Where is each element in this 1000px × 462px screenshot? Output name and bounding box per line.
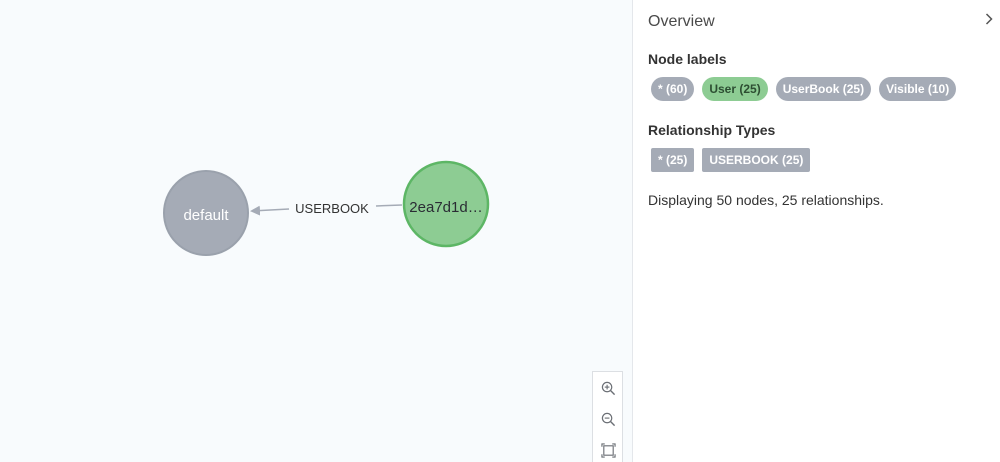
relationship-arrow[interactable] <box>250 205 290 216</box>
node-label-pill-userbook[interactable]: UserBook (25) <box>775 77 872 101</box>
graph-node-default[interactable]: default <box>163 170 249 256</box>
zoom-in-icon <box>601 381 616 395</box>
node-labels-heading: Node labels <box>648 51 727 67</box>
graph-node-user[interactable]: 2ea7d1d… <box>402 160 490 248</box>
node-label-pill-user[interactable]: User (25) <box>702 77 768 101</box>
rel-type-tag-userbook[interactable]: USERBOOK (25) <box>702 148 811 172</box>
node-label-default: default <box>183 207 229 224</box>
graph-canvas[interactable]: USERBOOK default 2ea7d1d… <box>0 0 632 462</box>
zoom-out-button[interactable] <box>593 404 624 434</box>
node-label-user: 2ea7d1d… <box>409 199 482 216</box>
relationship-line-segment[interactable] <box>375 204 403 207</box>
graph-summary: Displaying 50 nodes, 25 relationships. <box>648 192 884 208</box>
collapse-sidebar-button[interactable] <box>981 10 997 28</box>
node-label-pill-visible[interactable]: Visible (10) <box>879 77 957 101</box>
sidebar-title: Overview <box>648 13 715 30</box>
zoom-controls <box>592 371 623 462</box>
fit-to-screen-icon <box>601 442 616 458</box>
node-labels-list: * (60) User (25) UserBook (25) Visible (… <box>651 77 957 101</box>
relationship-types-heading: Relationship Types <box>648 122 776 138</box>
zoom-in-button[interactable] <box>593 373 624 403</box>
node-label-pill-all[interactable]: * (60) <box>651 77 695 101</box>
relationship-types-list: * (25) USERBOOK (25) <box>651 148 811 172</box>
relationship-label[interactable]: USERBOOK <box>295 201 369 216</box>
graph-view[interactable]: USERBOOK default 2ea7d1d… <box>0 0 632 462</box>
rel-type-tag-all[interactable]: * (25) <box>651 148 695 172</box>
zoom-out-icon <box>601 412 616 426</box>
chevron-right-icon <box>985 13 993 25</box>
overview-sidebar: Overview Node labels * (60) User (25) Us… <box>632 0 1000 462</box>
fit-to-screen-button[interactable] <box>593 435 624 462</box>
